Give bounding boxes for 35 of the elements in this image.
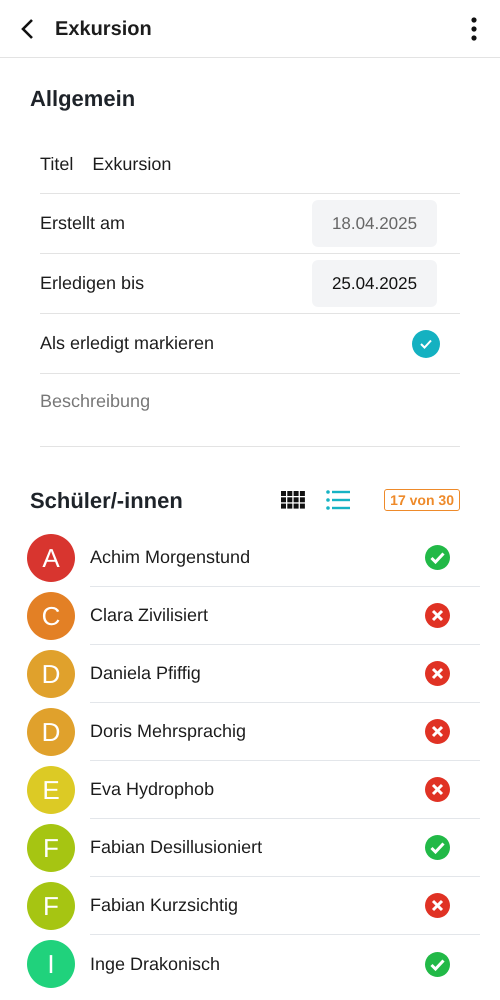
section-heading: Schüler/-innen: [30, 486, 183, 514]
avatar: F: [27, 882, 75, 930]
title-value: Exkursion: [92, 153, 172, 176]
field-label: Titel: [40, 153, 74, 176]
avatar: E: [27, 766, 75, 814]
count-badge: 17 von 30: [384, 489, 460, 511]
grid-icon: [281, 491, 306, 509]
avatar: C: [27, 592, 75, 640]
avatar: A: [27, 534, 75, 582]
avatar: D: [27, 708, 75, 756]
list-icon: [326, 490, 350, 510]
student-name: Eva Hydrophob: [90, 778, 214, 801]
avatar: D: [27, 650, 75, 698]
description-field[interactable]: Beschreibung: [40, 374, 460, 447]
student-name: Clara Zivilisiert: [90, 604, 208, 627]
student-name: Doris Mehrsprachig: [90, 720, 246, 743]
section-heading: Allgemein: [30, 85, 136, 113]
check-icon: [419, 338, 433, 350]
more-icon: [471, 16, 477, 40]
student-name: Achim Morgenstund: [90, 546, 250, 569]
avatar: F: [27, 824, 75, 872]
page-title: Exkursion: [55, 16, 152, 42]
list-view-button[interactable]: [326, 490, 350, 510]
date-field[interactable]: 25.04.2025: [312, 260, 437, 307]
student-name: Fabian Kurzsichtig: [90, 894, 238, 917]
back-icon: [20, 18, 34, 40]
field-label: Erledigen bis: [40, 272, 144, 295]
avatar: I: [27, 940, 75, 988]
field-label: Als erledigt markieren: [40, 332, 214, 355]
student-name: Fabian Desillusioniert: [90, 836, 262, 859]
student-name: Daniela Pfiffig: [90, 662, 201, 685]
student-name: Inge Drakonisch: [90, 952, 220, 976]
done-checkbox[interactable]: [412, 330, 440, 358]
grid-view-button[interactable]: [281, 491, 306, 509]
field-label: Erstellt am: [40, 212, 126, 235]
